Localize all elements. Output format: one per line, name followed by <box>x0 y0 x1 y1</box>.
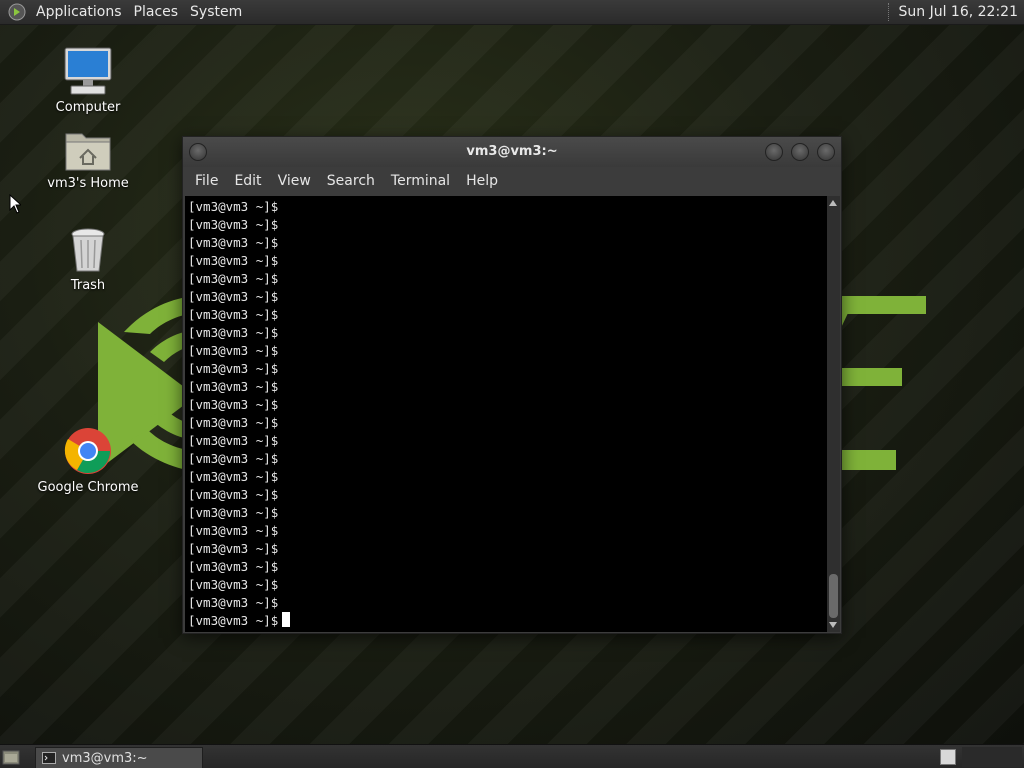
terminal-icon <box>42 752 56 764</box>
menu-file[interactable]: File <box>187 173 226 189</box>
terminal-output[interactable]: [vm3@vm3 ~]$ [vm3@vm3 ~]$ [vm3@vm3 ~]$ [vm3… <box>185 196 827 632</box>
prompt-text: [vm3@vm3 ~]$ <box>188 541 279 556</box>
workspace-switcher[interactable] <box>940 749 956 765</box>
prompt-text: [vm3@vm3 ~]$ <box>188 397 279 412</box>
terminal-prompt-line: [vm3@vm3 ~]$ <box>188 198 827 216</box>
terminal-prompt-line: [vm3@vm3 ~]$ <box>188 252 827 270</box>
terminal-scrollbar[interactable] <box>827 196 840 632</box>
show-desktop-icon[interactable] <box>2 748 20 766</box>
desktop-icon-label: Google Chrome <box>37 480 139 495</box>
text-cursor <box>282 612 291 627</box>
mouse-pointer-icon <box>9 194 21 214</box>
prompt-text: [vm3@vm3 ~]$ <box>188 577 279 592</box>
prompt-text: [vm3@vm3 ~]$ <box>188 523 279 538</box>
prompt-text: [vm3@vm3 ~]$ <box>188 559 279 574</box>
prompt-text: [vm3@vm3 ~]$ <box>188 361 279 376</box>
terminal-window[interactable]: vm3@vm3:~ File Edit View Search Terminal… <box>182 136 842 634</box>
terminal-prompt-line: [vm3@vm3 ~]$ <box>188 270 827 288</box>
menu-search[interactable]: Search <box>319 173 383 189</box>
terminal-menubar: File Edit View Search Terminal Help <box>183 167 841 195</box>
terminal-prompt-line: [vm3@vm3 ~]$ <box>188 522 827 540</box>
terminal-prompt-line: [vm3@vm3 ~]$ <box>188 234 827 252</box>
terminal-prompt-line: [vm3@vm3 ~]$ <box>188 576 827 594</box>
terminal-prompt-line: [vm3@vm3 ~]$ <box>188 360 827 378</box>
terminal-prompt-line: [vm3@vm3 ~]$ <box>188 486 827 504</box>
maximize-button[interactable] <box>791 143 809 161</box>
terminal-prompt-line: [vm3@vm3 ~]$ <box>188 450 827 468</box>
trash-icon <box>71 228 105 272</box>
prompt-text: [vm3@vm3 ~]$ <box>188 271 279 286</box>
scroll-thumb[interactable] <box>829 574 838 618</box>
home-folder-icon <box>65 133 111 171</box>
menu-terminal[interactable]: Terminal <box>383 173 458 189</box>
wallpaper-e-bar <box>840 450 896 470</box>
menu-edit[interactable]: Edit <box>226 173 269 189</box>
prompt-text: [vm3@vm3 ~]$ <box>188 505 279 520</box>
menu-view[interactable]: View <box>270 173 319 189</box>
computer-icon <box>64 47 112 95</box>
bottom-panel: vm3@vm3:~ <box>0 744 1024 768</box>
menu-help[interactable]: Help <box>458 173 506 189</box>
prompt-text: [vm3@vm3 ~]$ <box>188 253 279 268</box>
chrome-icon <box>64 428 111 474</box>
window-title: vm3@vm3:~ <box>466 144 558 159</box>
clock[interactable]: Sun Jul 16, 22:21 <box>899 4 1024 20</box>
window-titlebar[interactable]: vm3@vm3:~ <box>183 137 841 167</box>
terminal-prompt-line: [vm3@vm3 ~]$ <box>188 432 827 450</box>
prompt-text: [vm3@vm3 ~]$ <box>188 289 279 304</box>
terminal-prompt-line: [vm3@vm3 ~]$ <box>188 594 827 612</box>
prompt-text: [vm3@vm3 ~]$ <box>188 325 279 340</box>
terminal-prompt-line: [vm3@vm3 ~]$ <box>188 396 827 414</box>
prompt-text: [vm3@vm3 ~]$ <box>188 469 279 484</box>
terminal-prompt-line: [vm3@vm3 ~]$ <box>188 612 827 630</box>
terminal-prompt-line: [vm3@vm3 ~]$ <box>188 414 827 432</box>
minimize-button[interactable] <box>765 143 783 161</box>
taskbar-item-label: vm3@vm3:~ <box>62 750 148 766</box>
prompt-text: [vm3@vm3 ~]$ <box>188 217 279 232</box>
workspace-area[interactable] <box>962 747 1022 767</box>
prompt-text: [vm3@vm3 ~]$ <box>188 595 279 610</box>
terminal-prompt-line: [vm3@vm3 ~]$ <box>188 288 827 306</box>
scroll-down-arrow-icon[interactable] <box>829 622 837 628</box>
desktop-icon-trash[interactable]: Trash <box>33 226 143 293</box>
prompt-text: [vm3@vm3 ~]$ <box>188 199 279 214</box>
prompt-text: [vm3@vm3 ~]$ <box>188 307 279 322</box>
terminal-prompt-line: [vm3@vm3 ~]$ <box>188 216 827 234</box>
prompt-text: [vm3@vm3 ~]$ <box>188 433 279 448</box>
prompt-text: [vm3@vm3 ~]$ <box>188 235 279 250</box>
terminal-prompt-line: [vm3@vm3 ~]$ <box>188 504 827 522</box>
mate-menu-icon[interactable] <box>8 3 26 21</box>
terminal-prompt-line: [vm3@vm3 ~]$ <box>188 558 827 576</box>
desktop-icon-label: Computer <box>55 100 121 115</box>
terminal-prompt-line: [vm3@vm3 ~]$ <box>188 324 827 342</box>
prompt-text: [vm3@vm3 ~]$ <box>188 415 279 430</box>
terminal-lines: [vm3@vm3 ~]$ [vm3@vm3 ~]$ [vm3@vm3 ~]$ [vm3… <box>185 196 827 630</box>
menu-applications[interactable]: Applications <box>30 0 128 24</box>
desktop-icon-home[interactable]: vm3's Home <box>33 128 143 191</box>
prompt-text: [vm3@vm3 ~]$ <box>188 343 279 358</box>
prompt-text: [vm3@vm3 ~]$ <box>188 451 279 466</box>
wallpaper-e-bar <box>840 368 902 386</box>
terminal-prompt-line: [vm3@vm3 ~]$ <box>188 540 827 558</box>
menu-system[interactable]: System <box>184 0 248 24</box>
terminal-prompt-line: [vm3@vm3 ~]$ <box>188 306 827 324</box>
top-panel: Applications Places System Sun Jul 16, 2… <box>0 0 1024 25</box>
desktop-icon-label: Trash <box>70 278 106 293</box>
prompt-text: [vm3@vm3 ~]$ <box>188 379 279 394</box>
scroll-up-arrow-icon[interactable] <box>829 200 837 206</box>
terminal-prompt-line: [vm3@vm3 ~]$ <box>188 378 827 396</box>
taskbar-item-terminal[interactable]: vm3@vm3:~ <box>35 747 203 768</box>
desktop-icon-label: vm3's Home <box>47 176 129 191</box>
terminal-prompt-line: [vm3@vm3 ~]$ <box>188 468 827 486</box>
window-menu-button[interactable] <box>189 143 207 161</box>
menu-places[interactable]: Places <box>128 0 185 24</box>
panel-separator <box>887 3 891 21</box>
terminal-prompt-line: [vm3@vm3 ~]$ <box>188 342 827 360</box>
desktop-icon-computer[interactable]: Computer <box>33 46 143 115</box>
desktop-icon-chrome[interactable]: Google Chrome <box>33 426 143 495</box>
prompt-text: [vm3@vm3 ~]$ <box>188 487 279 502</box>
prompt-text: [vm3@vm3 ~]$ <box>188 613 279 628</box>
close-button[interactable] <box>817 143 835 161</box>
